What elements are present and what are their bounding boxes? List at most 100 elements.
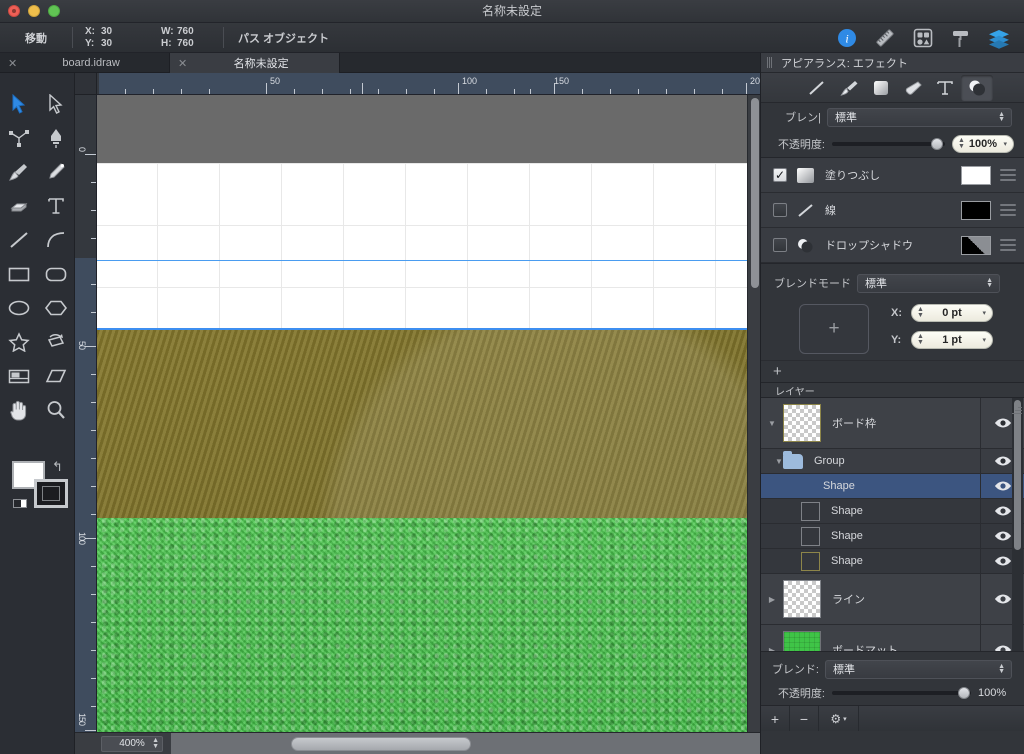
shadow-x-field[interactable]: ▲ ▼ 0 pt ▾ <box>911 304 993 322</box>
chevron-down-icon[interactable]: ▾ <box>982 336 986 344</box>
tab-board-idraw[interactable]: ✕ board.idraw <box>0 53 170 73</box>
chevron-down-icon[interactable]: ▾ <box>1003 140 1007 148</box>
effect-row-drop-shadow[interactable]: ドロップシャドウ <box>761 228 1024 263</box>
shear-tool[interactable] <box>37 359 74 393</box>
shadow-offset-pad[interactable]: + <box>799 304 869 354</box>
pencil-tool[interactable] <box>37 155 74 189</box>
layers-scrollbar[interactable] <box>1012 398 1023 651</box>
opacity-value-field[interactable]: ▲ ▼ 100% ▾ <box>952 135 1014 153</box>
stepper-icon[interactable]: ▲ ▼ <box>958 137 965 150</box>
layer-row-board-mat[interactable]: ▶ ボードマット <box>761 625 1024 651</box>
text-tool[interactable] <box>37 189 74 223</box>
add-layer-button[interactable]: + <box>761 706 790 731</box>
add-effect-button[interactable]: + <box>761 360 1024 382</box>
layer-row-shape[interactable]: Shape <box>761 524 1024 549</box>
shadow-y-field[interactable]: ▲ ▼ 1 pt ▾ <box>911 331 993 349</box>
document-page[interactable] <box>97 163 760 732</box>
h-value[interactable]: 760 <box>177 38 211 49</box>
chevron-down-icon[interactable]: ▼ <box>761 419 783 428</box>
scrollbar-thumb[interactable] <box>1014 400 1021 550</box>
slider-knob[interactable] <box>958 687 970 699</box>
direct-select-tool[interactable] <box>37 87 74 121</box>
vertical-ruler[interactable]: 0 50 100 150 <box>75 95 97 732</box>
rectangle-tool[interactable] <box>0 257 37 291</box>
layer-row-board-frame[interactable]: ▼ ボード枠 <box>761 398 1024 449</box>
slider-knob[interactable] <box>931 138 943 150</box>
canvas-vertical-scrollbar[interactable] <box>747 95 760 732</box>
text-T-icon[interactable] <box>929 75 961 101</box>
effect-options-icon[interactable] <box>1000 169 1016 181</box>
layer-row-shape-selected[interactable]: Shape <box>761 474 1024 499</box>
effects-sphere-icon[interactable] <box>961 74 993 101</box>
scrollbar-thumb[interactable] <box>291 736 471 751</box>
layer-row-shape[interactable]: Shape <box>761 499 1024 524</box>
grid-icon[interactable] <box>910 25 936 51</box>
effect-enable-checkbox[interactable] <box>773 168 787 182</box>
effect-color-swatch[interactable] <box>961 200 991 220</box>
effect-enable-checkbox[interactable] <box>773 238 787 252</box>
ruler-origin-corner[interactable] <box>75 73 97 95</box>
chevron-right-icon[interactable]: ▶ <box>761 646 783 652</box>
canvas-horizontal-scrollbar[interactable] <box>171 732 760 754</box>
scrollbar-thumb[interactable] <box>751 98 759 288</box>
blend-mode-select[interactable]: 標準 ▲ ▼ <box>827 107 1012 127</box>
layer-row-line[interactable]: ▶ ライン <box>761 574 1024 625</box>
effect-row-stroke[interactable]: 線 <box>761 193 1024 228</box>
move-tool[interactable] <box>0 87 37 121</box>
stroke-line-icon[interactable] <box>801 75 833 101</box>
stroke-swatch[interactable] <box>34 479 68 508</box>
effect-row-fill[interactable]: 塗りつぶし <box>761 158 1024 193</box>
layers-list[interactable]: ▼ ボード枠 ▼ Group Shape Shape Shape Shape ▶… <box>761 398 1024 651</box>
w-value[interactable]: 760 <box>177 26 211 37</box>
stepper-icon[interactable]: ▲ ▼ <box>917 333 924 346</box>
layer-settings-button[interactable]: ⚙ ▾ <box>819 706 859 731</box>
effect-options-icon[interactable] <box>1000 239 1016 251</box>
close-icon[interactable]: ✕ <box>178 57 187 70</box>
layer-row-group[interactable]: ▼ Group <box>761 449 1024 474</box>
layers-icon[interactable] <box>986 25 1012 51</box>
zoom-level-field[interactable]: 400% ▲ ▼ <box>101 735 163 752</box>
tab-untitled[interactable]: ✕ 名称未設定 <box>170 53 340 73</box>
star-tool[interactable] <box>0 325 37 359</box>
close-icon[interactable]: ✕ <box>8 57 17 70</box>
arc-tool[interactable] <box>37 223 74 257</box>
paint-roller-icon[interactable] <box>948 25 974 51</box>
swap-colors-icon[interactable]: ↰ <box>52 459 63 475</box>
default-colors-icon[interactable] <box>13 499 27 508</box>
layer-opacity-slider[interactable] <box>832 687 971 699</box>
info-icon[interactable]: i <box>834 25 860 51</box>
opacity-slider[interactable] <box>832 138 945 150</box>
slice-tool[interactable] <box>0 359 37 393</box>
line-tool[interactable] <box>0 223 37 257</box>
eraser-tool[interactable] <box>0 189 37 223</box>
x-value[interactable]: 30 <box>101 26 135 37</box>
rounded-rectangle-tool[interactable] <box>37 257 74 291</box>
brush-icon[interactable] <box>833 75 865 101</box>
chevron-down-icon[interactable]: ▾ <box>982 309 986 317</box>
board-mat-shape[interactable] <box>97 518 760 732</box>
hand-tool[interactable] <box>0 393 37 427</box>
horizontal-ruler[interactable]: 50 100 150 200 <box>97 73 760 95</box>
shadow-blend-select[interactable]: 標準 ▲ ▼ <box>857 273 1000 293</box>
remove-layer-button[interactable]: − <box>790 706 819 731</box>
zoom-tool[interactable] <box>37 393 74 427</box>
node-edit-tool[interactable] <box>0 121 37 155</box>
y-value[interactable]: 30 <box>101 38 135 49</box>
zoom-stepper-icon[interactable]: ▲ ▼ <box>152 737 159 750</box>
free-transform-tool[interactable] <box>37 325 74 359</box>
ellipse-tool[interactable] <box>0 291 37 325</box>
chevron-down-icon[interactable]: ▼ <box>761 457 783 466</box>
pen-tool[interactable] <box>37 121 74 155</box>
fill-square-icon[interactable] <box>865 75 897 101</box>
effect-enable-checkbox[interactable] <box>773 203 787 217</box>
polygon-tool[interactable] <box>37 291 74 325</box>
layer-blend-select[interactable]: 標準 ▲ ▼ <box>825 659 1012 679</box>
effect-color-swatch[interactable] <box>961 165 991 185</box>
chevron-right-icon[interactable]: ▶ <box>761 595 783 604</box>
panel-grip-icon[interactable] <box>767 57 774 68</box>
canvas-viewport[interactable] <box>97 95 760 732</box>
effect-options-icon[interactable] <box>1000 204 1016 216</box>
stepper-icon[interactable]: ▲ ▼ <box>917 306 924 319</box>
ruler-icon[interactable] <box>872 25 898 51</box>
panel-resize-grip[interactable] <box>1012 405 1022 415</box>
